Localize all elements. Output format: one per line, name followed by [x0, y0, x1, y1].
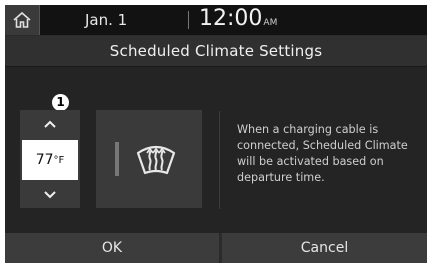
defrost-indicator — [115, 142, 119, 176]
home-icon — [13, 11, 31, 28]
description-text: When a charging cable is connected, Sche… — [237, 123, 408, 184]
temperature-control: 77 °F — [20, 110, 80, 208]
front-defrost-button[interactable] — [96, 110, 202, 208]
time-value: 12:00 — [199, 6, 263, 31]
chevron-down-icon — [44, 190, 56, 198]
front-defrost-icon — [136, 145, 176, 175]
cancel-button[interactable]: Cancel — [222, 233, 427, 263]
title-bar: Scheduled Climate Settings — [5, 36, 427, 67]
status-separator — [188, 11, 189, 29]
status-bar: Jan. 1 12:00AM — [5, 5, 427, 35]
temperature-up-button[interactable] — [20, 112, 80, 136]
chevron-up-icon — [44, 120, 56, 128]
climate-screen: Jan. 1 12:00AM Scheduled Climate Setting… — [5, 5, 427, 263]
temperature-display: 77 °F — [22, 140, 78, 180]
home-button[interactable] — [5, 5, 40, 35]
content-divider — [219, 111, 220, 209]
callout-badge: 1 — [52, 94, 69, 111]
ok-button[interactable]: OK — [5, 233, 219, 263]
temperature-unit: °F — [53, 154, 65, 166]
date-display: Jan. 1 — [85, 11, 128, 29]
temperature-value: 77 — [35, 152, 54, 168]
time-display: 12:00AM — [199, 6, 277, 31]
temperature-down-button[interactable] — [20, 182, 80, 206]
page-title: Scheduled Climate Settings — [109, 42, 323, 60]
ampm-label: AM — [263, 18, 278, 28]
